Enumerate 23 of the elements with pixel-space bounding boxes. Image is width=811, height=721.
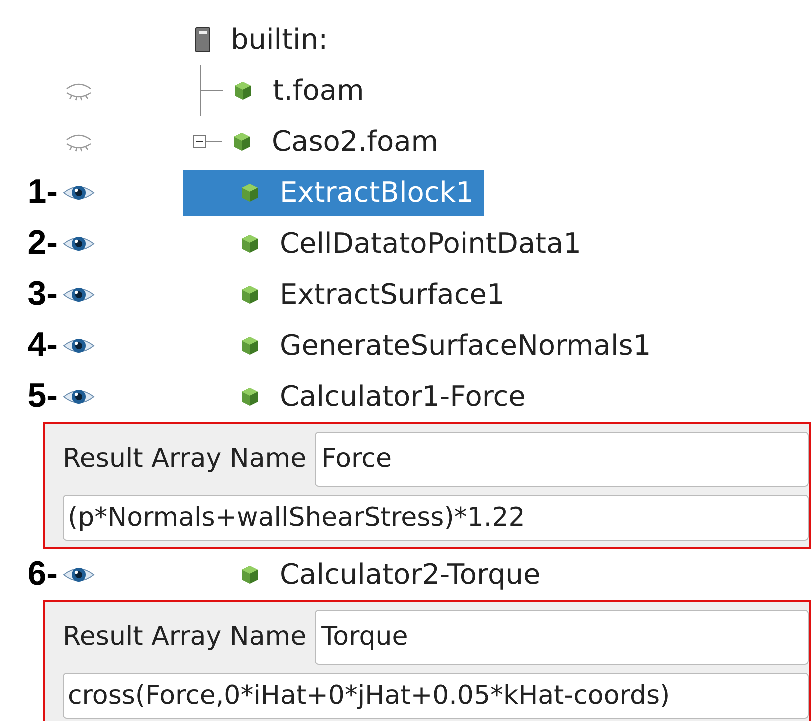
tree-item[interactable]: Calculator1-Force <box>183 374 536 420</box>
step-number: 1- <box>28 172 58 213</box>
tree-item[interactable]: GenerateSurfaceNormals1 <box>183 322 662 368</box>
step-number: 6- <box>28 554 58 595</box>
step-number: 5- <box>28 376 58 417</box>
step-number: 3- <box>28 274 58 315</box>
input-field[interactable]: Torque <box>314 610 809 665</box>
field-label: Result Array Name <box>63 443 307 476</box>
tree-item[interactable]: ExtractBlock1 <box>183 170 484 216</box>
field-label: Result Array Name <box>63 621 307 654</box>
tree-item[interactable]: Caso2.foam <box>222 118 447 164</box>
tree-item[interactable]: t.foam <box>223 68 372 114</box>
tree-item[interactable]: builtin: <box>231 18 328 60</box>
step-number: 2- <box>28 223 58 264</box>
collapse-icon[interactable] <box>193 135 206 148</box>
input-field[interactable]: Force <box>314 432 809 487</box>
server-icon <box>195 26 211 52</box>
input-field[interactable]: (p*Normals+wallShearStress)*1.22 <box>63 495 809 541</box>
tree-item[interactable]: Calculator2-Torque <box>183 552 551 598</box>
step-number: 4- <box>28 325 58 366</box>
tree-item[interactable]: CellDatatoPointData1 <box>183 220 592 266</box>
tree-item[interactable]: ExtractSurface1 <box>183 272 515 318</box>
input-field[interactable]: cross(Force,0*iHat+0*jHat+0.05*kHat-coords) <box>63 673 809 719</box>
